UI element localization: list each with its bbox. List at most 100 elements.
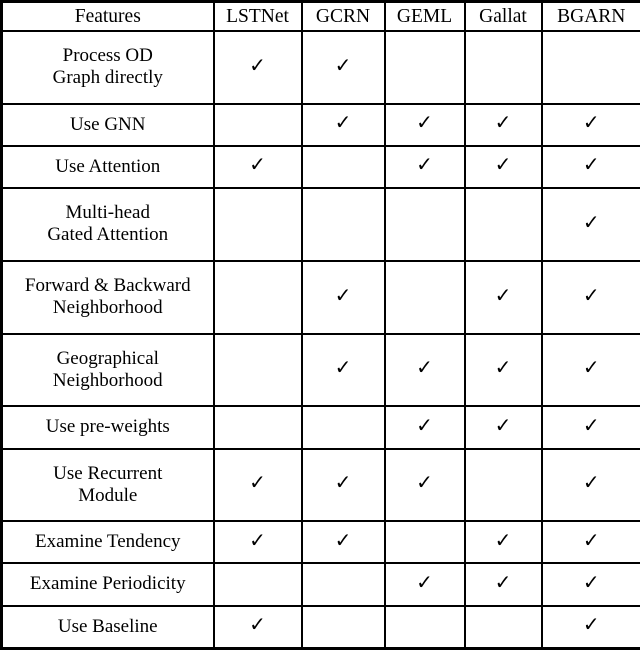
column-header-lstnet: LSTNet — [212, 0, 303, 32]
check-cell-gcrn: ✓ — [300, 30, 386, 105]
check-icon: ✓ — [494, 355, 512, 380]
empty-cell-gcrn — [300, 604, 386, 650]
feature-label-line: Use pre-weights — [45, 416, 170, 438]
check-icon: ✓ — [494, 527, 512, 552]
feature-label-line: Neighborhood — [52, 297, 163, 319]
check-icon: ✓ — [334, 355, 352, 380]
check-cell-geml: ✓ — [383, 102, 466, 147]
check-icon: ✓ — [582, 569, 600, 594]
check-icon: ✓ — [582, 470, 600, 495]
check-cell-bgarn: ✓ — [540, 332, 640, 408]
feature-label-line: Geographical — [56, 347, 159, 369]
feature-label-cell: Multi-head Gated Attention — [0, 187, 215, 262]
column-header-gallat: Gallat — [463, 0, 543, 32]
check-cell-gallat: ✓ — [463, 332, 543, 408]
check-cell-lstnet: ✓ — [212, 447, 303, 523]
check-cell-geml: ✓ — [383, 332, 466, 408]
table-row: Examine Periodicity ✓ ✓ ✓ — [0, 562, 640, 607]
check-icon: ✓ — [334, 527, 352, 552]
check-icon: ✓ — [582, 527, 600, 552]
feature-label-line: Forward & Backward — [24, 274, 191, 296]
empty-cell-lstnet — [212, 187, 303, 262]
empty-cell-gcrn — [300, 144, 386, 190]
feature-label-line: Examine Tendency — [34, 531, 181, 553]
check-icon: ✓ — [416, 110, 433, 135]
empty-cell-gcrn — [300, 405, 386, 450]
check-icon: ✓ — [582, 110, 600, 135]
empty-cell-geml — [383, 604, 466, 650]
check-icon: ✓ — [416, 152, 433, 177]
check-icon: ✓ — [249, 152, 266, 177]
check-cell-bgarn: ✓ — [540, 259, 640, 335]
check-cell-gallat: ✓ — [463, 259, 543, 335]
table-header: Features LSTNet GCRN GEML Gallat BGARN — [0, 0, 640, 32]
check-cell-bgarn: ✓ — [540, 562, 640, 607]
empty-cell-geml — [383, 520, 466, 565]
check-icon: ✓ — [582, 282, 600, 307]
empty-cell-bgarn — [540, 30, 640, 105]
empty-cell-geml — [383, 259, 466, 335]
check-cell-gallat: ✓ — [463, 144, 543, 190]
table-row: Multi-head Gated Attention ✓ — [0, 187, 640, 262]
table-row: Use GNN ✓ ✓ ✓ ✓ — [0, 102, 640, 147]
feature-label-cell: Use Attention — [0, 144, 215, 190]
check-icon: ✓ — [494, 282, 512, 307]
feature-label-line: Use Baseline — [57, 615, 158, 637]
table-row: Use Attention ✓ ✓ ✓ ✓ — [0, 144, 640, 190]
column-header-features: Features — [0, 0, 215, 32]
empty-cell-lstnet — [212, 259, 303, 335]
check-cell-gallat: ✓ — [463, 562, 543, 607]
check-icon: ✓ — [494, 412, 512, 437]
check-icon: ✓ — [249, 52, 266, 77]
feature-label-cell: Use Recurrent Module — [0, 447, 215, 523]
empty-cell-gallat — [463, 30, 543, 105]
check-cell-lstnet: ✓ — [212, 520, 303, 565]
check-cell-gcrn: ✓ — [300, 259, 386, 335]
table-row: Use Baseline ✓ ✓ — [0, 604, 640, 650]
check-cell-bgarn: ✓ — [540, 102, 640, 147]
check-icon: ✓ — [416, 569, 433, 594]
check-cell-bgarn: ✓ — [540, 405, 640, 450]
table-row: Process OD Graph directly ✓ ✓ — [0, 30, 640, 105]
table-row: Use pre-weights ✓ ✓ ✓ — [0, 405, 640, 450]
empty-cell-geml — [383, 187, 466, 262]
check-icon: ✓ — [582, 412, 600, 437]
feature-label-cell: Use GNN — [0, 102, 215, 147]
check-cell-gallat: ✓ — [463, 520, 543, 565]
feature-label-cell: Examine Tendency — [0, 520, 215, 565]
table-row: Use Recurrent Module ✓ ✓ ✓ ✓ — [0, 447, 640, 523]
empty-cell-gcrn — [300, 187, 386, 262]
feature-label-line: Examine Periodicity — [29, 573, 186, 595]
column-header-geml: GEML — [383, 0, 466, 32]
empty-cell-lstnet — [212, 102, 303, 147]
check-cell-gcrn: ✓ — [300, 520, 386, 565]
check-cell-geml: ✓ — [383, 144, 466, 190]
check-cell-bgarn: ✓ — [540, 187, 640, 262]
check-cell-geml: ✓ — [383, 405, 466, 450]
check-icon: ✓ — [582, 355, 600, 380]
empty-cell-gallat — [463, 604, 543, 650]
check-icon: ✓ — [334, 110, 352, 135]
empty-cell-lstnet — [212, 562, 303, 607]
empty-cell-lstnet — [212, 405, 303, 450]
check-cell-gcrn: ✓ — [300, 332, 386, 408]
check-icon: ✓ — [249, 470, 266, 495]
feature-label-cell: Use Baseline — [0, 604, 215, 650]
feature-label-line: Use Attention — [55, 155, 161, 177]
check-cell-lstnet: ✓ — [212, 144, 303, 190]
header-row: Features LSTNet GCRN GEML Gallat BGARN — [0, 0, 640, 32]
feature-label-cell: Use pre-weights — [0, 405, 215, 450]
check-cell-geml: ✓ — [383, 447, 466, 523]
check-icon: ✓ — [334, 470, 352, 495]
feature-label-cell: Examine Periodicity — [0, 562, 215, 607]
check-icon: ✓ — [494, 152, 512, 177]
feature-label-line: Use Recurrent — [53, 462, 163, 484]
table-row: Examine Tendency ✓ ✓ ✓ ✓ — [0, 520, 640, 565]
check-icon: ✓ — [334, 282, 352, 307]
check-cell-bgarn: ✓ — [540, 604, 640, 650]
model-feature-comparison-table: Features LSTNet GCRN GEML Gallat BGARN P… — [0, 0, 640, 650]
check-icon: ✓ — [249, 527, 266, 552]
check-cell-bgarn: ✓ — [540, 447, 640, 523]
check-icon: ✓ — [249, 612, 266, 637]
empty-cell-geml — [383, 30, 466, 105]
